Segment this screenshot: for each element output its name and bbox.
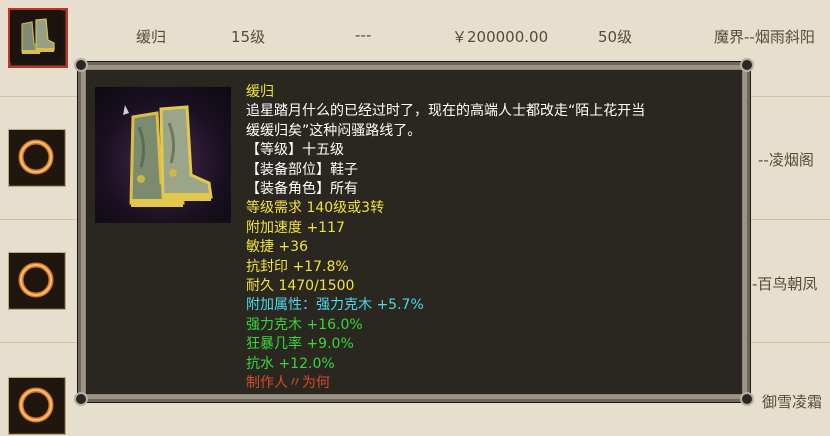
tooltip-bonus: 强力克木 +16.0% [246,316,363,333]
boots-icon [95,87,231,223]
tooltip-description: 追星踏月什么的已经过时了，现在的高端人士都改走“陌上花开当 [246,103,646,120]
frame-corner [74,392,88,406]
ring-icon[interactable] [8,252,66,310]
tooltip-durability: 耐久 1470/1500 [246,278,355,295]
item-seller: 魔界--烟雨斜阳 [714,28,815,46]
tooltip-bonus-header: 附加属性：强力克木 +5.7% [246,297,424,314]
tooltip-bonus: 狂暴几率 +9.0% [246,336,354,353]
tooltip-slot: 【装备部位】鞋子 [246,161,358,178]
tooltip-text: 缓归 追星踏月什么的已经过时了，现在的高端人士都改走“陌上花开当 缓缓归矣”这种… [246,83,736,394]
ring-icon[interactable] [8,377,66,435]
tooltip-role: 【装备角色】所有 [246,181,358,198]
frame-corner [740,392,754,406]
tooltip-stat: 附加速度 +117 [246,219,345,236]
tooltip-requirement: 等级需求 140级或3转 [246,200,385,217]
tooltip-bonus: 抗水 +12.0% [246,355,335,372]
tooltip-maker: 制作人〃为何 [246,375,330,392]
item-seller: --凌烟阁 [758,151,814,169]
item-name: 缓归 [136,28,167,46]
tooltip-item-name: 缓归 [246,84,274,100]
item-extra: --- [355,26,372,44]
frame-corner [740,58,754,72]
item-seller: 御雪凌霜 [762,393,823,411]
tooltip-grade: 【等级】十五级 [246,142,344,159]
ring-icon[interactable] [8,129,66,187]
item-price: ￥200000.00 [452,28,549,46]
tooltip-stat: 敏捷 +36 [246,239,308,256]
item-tooltip: 缓归 追星踏月什么的已经过时了，现在的高端人士都改走“陌上花开当 缓缓归矣”这种… [74,58,754,406]
tooltip-stat: 抗封印 +17.8% [246,258,349,275]
item-seller: -百鸟朝凤 [752,275,818,293]
tooltip-description: 缓缓归矣”这种闷骚路线了。 [246,122,422,139]
boots-icon[interactable] [8,8,68,68]
item-required-level: 50级 [598,28,633,46]
frame-corner [74,58,88,72]
item-level: 15级 [231,28,266,46]
